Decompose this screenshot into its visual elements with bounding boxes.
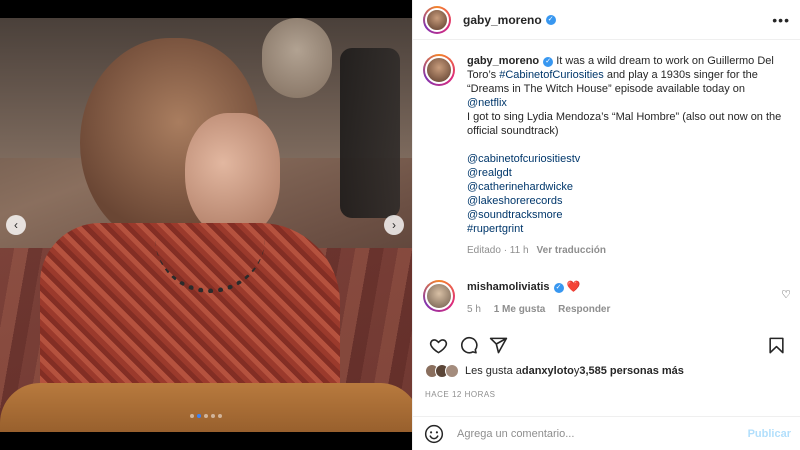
comment-likes-button[interactable]: 1 Me gusta (494, 304, 546, 315)
avatar[interactable] (423, 54, 455, 86)
share-icon (489, 337, 507, 353)
caption-username[interactable]: gaby_moreno (467, 55, 539, 67)
verified-badge-icon: ✓ (543, 57, 554, 67)
post-side-panel: gaby_moreno ✓ ••• gaby_moreno ✓ It was a … (412, 0, 800, 450)
carousel-dot (211, 414, 215, 418)
post-media: ‹ › (0, 0, 412, 450)
save-button[interactable] (761, 330, 791, 360)
mention-link[interactable]: @cabinetofcuriositiestv (467, 152, 783, 166)
mention-link[interactable]: @lakeshorerecords (467, 194, 783, 208)
avatar[interactable] (423, 5, 451, 34)
post-photo (0, 18, 412, 432)
emoji-icon (424, 424, 444, 443)
bookmark-icon (768, 337, 784, 353)
mention-link[interactable]: @netflix (467, 97, 507, 109)
caption-part: I got to sing Lydia Mendoza’s “Mal Hombr… (467, 111, 782, 137)
see-translation-button[interactable]: Ver traducción (537, 245, 606, 256)
carousel-indicator (0, 414, 412, 418)
mention-link[interactable]: @soundtracksmore (467, 208, 783, 222)
emoji-button[interactable] (423, 423, 445, 445)
comment-age: 5 h (467, 304, 481, 315)
chevron-left-icon: ‹ (14, 218, 18, 232)
chevron-right-icon: › (392, 218, 396, 232)
edited-time: Editado · 11 h (467, 245, 529, 256)
mention-link[interactable]: @realgdt (467, 166, 783, 180)
post-time[interactable]: HACE 12 HORAS (425, 390, 496, 399)
carousel-dot (204, 414, 208, 418)
reply-button[interactable]: Responder (558, 304, 610, 315)
caption-meta: Editado · 11 h Ver traducción (467, 244, 783, 258)
comments-area[interactable]: gaby_moreno ✓ It was a wild dream to work… (413, 40, 800, 324)
likes-prefix: Les gusta a (465, 365, 522, 377)
comment-text: ❤️ (566, 281, 581, 293)
header-username[interactable]: gaby_moreno (463, 13, 542, 27)
comment-like-heart-icon[interactable]: ♡ (781, 288, 791, 301)
more-options-icon[interactable]: ••• (772, 12, 790, 28)
carousel-dot (218, 414, 222, 418)
caption: gaby_moreno ✓ It was a wild dream to work… (423, 54, 791, 258)
post-header: gaby_moreno ✓ ••• (413, 0, 800, 40)
liker-avatars (425, 364, 459, 378)
comment-composer: Publicar (413, 416, 800, 450)
carousel-next-button[interactable]: › (384, 215, 404, 235)
hashtag-link[interactable]: #rupertgrint (467, 222, 783, 236)
carousel-dot (190, 414, 194, 418)
mention-link[interactable]: @catherinehardwicke (467, 180, 783, 194)
caption-text: gaby_moreno ✓ It was a wild dream to work… (467, 54, 783, 138)
comment-item: mishamoliviatis ✓ ❤️ 5 h 1 Me gusta Respo… (423, 280, 791, 317)
comment-button[interactable] (453, 330, 483, 360)
liker-username[interactable]: danxyloto (522, 365, 574, 377)
carousel-prev-button[interactable]: ‹ (6, 215, 26, 235)
comment-input[interactable] (457, 427, 727, 440)
verified-badge-icon: ✓ (545, 14, 556, 25)
action-bar (423, 330, 791, 360)
heart-icon (429, 338, 447, 354)
publish-button[interactable]: Publicar (748, 428, 791, 440)
avatar[interactable] (423, 280, 455, 312)
hashtag-link[interactable]: #CabinetofCuriosities (499, 69, 604, 81)
carousel-dot-active (197, 414, 201, 418)
instagram-post-modal: ‹ › gaby_moreno ✓ ••• gaby_moreno ✓ It w… (0, 0, 800, 450)
likes-summary: Les gusta a danxyloto y 3,585 personas m… (425, 364, 684, 378)
comment-username[interactable]: mishamoliviatis (467, 281, 550, 293)
likes-count-button[interactable]: 3,585 personas más (579, 365, 684, 377)
share-button[interactable] (483, 330, 513, 360)
avatar (445, 364, 459, 378)
verified-badge-icon: ✓ (553, 283, 564, 293)
comment-icon (460, 336, 478, 354)
like-button[interactable] (423, 330, 453, 360)
